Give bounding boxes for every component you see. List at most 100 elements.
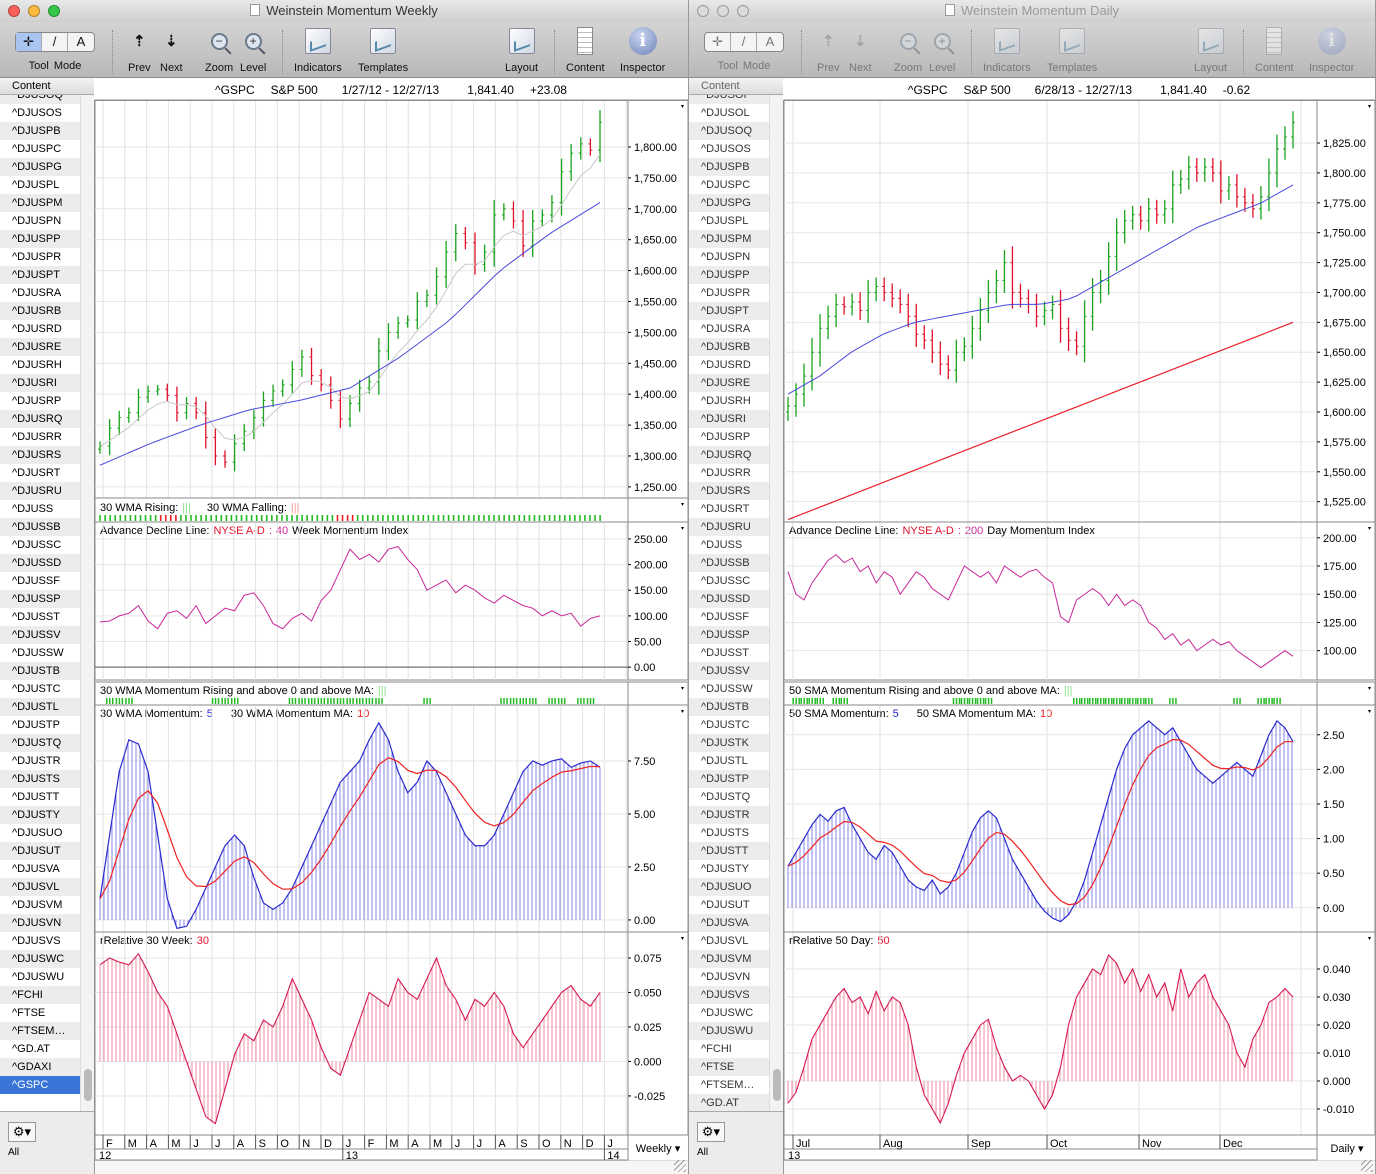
trend-rising-tick bbox=[427, 515, 430, 521]
momentum-rising-tick bbox=[816, 698, 818, 704]
pane-menu-icon bbox=[681, 503, 684, 506]
trend-rising-tick bbox=[124, 515, 127, 521]
trend-falling-tick bbox=[351, 515, 354, 521]
price-bar bbox=[184, 396, 189, 420]
month-label: M bbox=[433, 1138, 442, 1150]
momentum-rising-tick bbox=[227, 698, 229, 704]
trend-rising-tick bbox=[190, 515, 192, 521]
trend-rising-tick bbox=[402, 515, 404, 521]
momentum-rising-tick bbox=[522, 698, 524, 704]
weekly-chart-window: Weinstein Momentum Weekly ✛ / A Tool Mode … bbox=[0, 0, 689, 1174]
momentum-rising-tick bbox=[362, 698, 364, 704]
momentum-rising-tick bbox=[349, 698, 351, 704]
trend-rising-tick bbox=[422, 515, 425, 521]
trend-rising-tick bbox=[452, 515, 455, 521]
trend-rising-tick bbox=[407, 515, 409, 521]
month-label: M bbox=[171, 1138, 180, 1150]
trend-rising-tick bbox=[281, 515, 283, 521]
trend-rising-tick bbox=[508, 515, 510, 521]
momentum-rising-tick bbox=[131, 698, 133, 704]
momentum-rising-tick bbox=[838, 698, 840, 704]
trend-rising-tick bbox=[523, 515, 526, 521]
axis-tick-label: 1,825.00 bbox=[1323, 138, 1366, 150]
momentum-rising-tick bbox=[1103, 698, 1105, 704]
trend-rising-tick bbox=[558, 515, 561, 521]
momentum-rising-tick bbox=[1124, 698, 1126, 704]
momentum-rising-tick bbox=[121, 698, 124, 704]
momentum-rising-tick bbox=[1129, 698, 1131, 704]
momentum-rising-tick bbox=[1145, 698, 1147, 704]
momentum-rising-tick bbox=[960, 698, 963, 704]
price-bar bbox=[521, 210, 526, 257]
trend-rising-tick bbox=[276, 515, 278, 521]
trend-rising-tick bbox=[361, 515, 364, 521]
momentum-rising-tick bbox=[1095, 698, 1097, 704]
pane-border bbox=[94, 99, 688, 499]
price-bar bbox=[938, 341, 943, 375]
momentum-pane: 0.00 2.50 5.00 7.50 bbox=[94, 704, 688, 933]
axis-tick-label: 1,700.00 bbox=[634, 204, 677, 216]
chart-canvas[interactable]: 1,525.00 1,550.00 1,575.00 1,600.00 1,625.00… bbox=[689, 0, 1376, 1174]
momentum-rising-tick bbox=[330, 698, 332, 704]
relative-strength-pane: -0.025 0.000 0.025 0.050 0.075 bbox=[94, 931, 688, 1136]
momentum-rising-tick bbox=[990, 698, 993, 704]
pane-menu-icon bbox=[1368, 687, 1371, 690]
momentum-rising-tick bbox=[1078, 698, 1081, 704]
momentum-rising-tick bbox=[128, 698, 130, 704]
axis-tick-label: 1,525.00 bbox=[1323, 497, 1366, 509]
momentum-rising-tick bbox=[291, 698, 294, 704]
momentum-rising-tick bbox=[323, 698, 326, 704]
month-label: O bbox=[280, 1138, 289, 1150]
pane-menu-icon bbox=[1368, 937, 1371, 940]
momentum-rising-tick bbox=[1132, 698, 1134, 704]
trend-rising-tick bbox=[533, 515, 536, 521]
momentum-rising-tick bbox=[1268, 698, 1270, 704]
trend-rising-tick bbox=[326, 515, 329, 521]
momentum-rising-tick bbox=[118, 698, 121, 704]
price-bar bbox=[786, 397, 790, 421]
content-column-header[interactable]: Content bbox=[0, 78, 94, 95]
price-bar bbox=[1226, 175, 1231, 200]
trend-rising-tick bbox=[392, 515, 394, 521]
price-bar bbox=[1042, 301, 1047, 326]
trend-rising-tick bbox=[412, 515, 415, 521]
momentum-rising-tick bbox=[563, 698, 566, 704]
axis-tick-label: 2.00 bbox=[1323, 764, 1344, 776]
chart-canvas[interactable]: 1,250.00 1,300.00 1,350.00 1,400.00 1,450.00… bbox=[0, 0, 689, 1174]
pane-menu-icon bbox=[681, 687, 684, 690]
slow-moving-average-line bbox=[787, 184, 1294, 395]
price-bar bbox=[98, 441, 102, 454]
momentum-rising-tick bbox=[843, 698, 846, 704]
price-bar bbox=[1058, 290, 1063, 343]
month-label: A bbox=[411, 1138, 419, 1150]
trend-rising-tick bbox=[301, 515, 303, 521]
price-bar bbox=[882, 277, 887, 302]
momentum-rising-tick bbox=[548, 698, 550, 704]
momentum-rising-tick bbox=[800, 698, 802, 704]
momentum-rising-tick bbox=[1135, 698, 1137, 704]
momentum-rising-tick bbox=[112, 698, 114, 704]
momentum-rising-tick bbox=[515, 698, 518, 704]
price-bar bbox=[1010, 246, 1015, 309]
price-bar bbox=[954, 339, 959, 383]
trend-rising-tick bbox=[377, 515, 379, 521]
trend-rising-tick bbox=[114, 515, 117, 521]
price-bar bbox=[866, 279, 871, 323]
momentum-rising-tick bbox=[529, 698, 531, 704]
momentum-rising-tick bbox=[795, 698, 797, 704]
momentum-rising-tick bbox=[359, 698, 361, 704]
trend-rising-tick bbox=[255, 515, 258, 521]
momentum-rising-tick bbox=[1257, 698, 1259, 704]
momentum-rising-tick bbox=[106, 698, 108, 704]
axis-tick-label: 1,300.00 bbox=[634, 451, 677, 463]
momentum-rising-tick bbox=[1111, 698, 1113, 704]
axis-tick-label: 1,400.00 bbox=[634, 389, 677, 401]
momentum-rising-tick bbox=[554, 698, 556, 704]
trend-rising-tick bbox=[154, 515, 157, 521]
price-bar bbox=[424, 289, 429, 308]
content-column-header[interactable]: Content bbox=[689, 78, 783, 95]
month-label: S bbox=[259, 1138, 266, 1150]
momentum-rising-tick bbox=[525, 698, 527, 704]
price-bar bbox=[1106, 242, 1111, 295]
axis-tick-label: 1,450.00 bbox=[634, 358, 677, 370]
